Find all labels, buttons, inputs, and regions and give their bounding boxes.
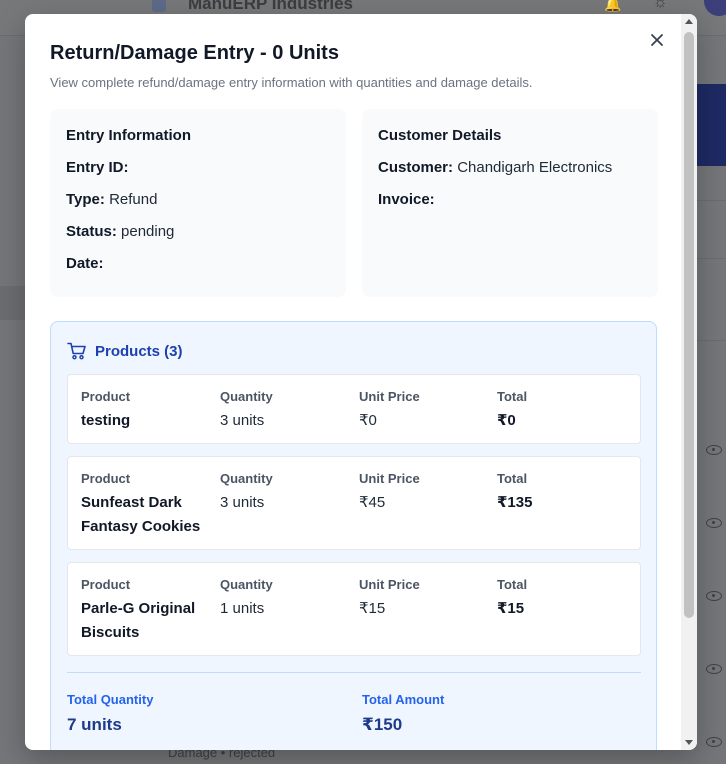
total-column-label: Total [497,471,528,486]
scroll-down-arrow-icon[interactable] [685,740,693,745]
scrollbar[interactable] [681,14,697,750]
total-column-label: Total [497,389,528,404]
product-name: Sunfeast Dark Fantasy Cookies [81,494,201,535]
total-quantity-value: 7 units [67,715,122,734]
theme-toggle-icon: ☼ [653,0,668,11]
product-row: Product Sunfeast Dark Fantasy Cookies Qu… [67,456,641,550]
view-eye-icon [706,664,722,674]
scrollbar-thumb[interactable] [684,32,694,618]
entry-id-label: Entry ID: [66,159,129,176]
quantity-cell: Quantity 1 units [220,577,350,621]
totals-divider [67,672,641,673]
products-panel: Products (3) Product testing Quantity 3 … [50,321,657,750]
product-name: Parle-G Original Biscuits [81,600,196,641]
product-total: ₹0 [497,412,516,429]
unit-price-column-label: Unit Price [359,577,420,592]
type-value: Refund [109,191,158,208]
quantity-column-label: Quantity [220,389,273,404]
type-field: Type: Refund [66,191,330,223]
table-divider [697,200,726,201]
product-total: ₹15 [497,600,525,617]
app-logo-icon [152,0,166,12]
table-divider [697,340,726,341]
total-quantity-label: Total Quantity [67,692,154,707]
unit-price-cell: Unit Price ₹0 [359,389,489,433]
view-eye-icon [706,518,722,528]
status-label: Status: [66,223,117,240]
background-banner [697,84,726,166]
view-eye-icon [706,591,722,601]
quantity-cell: Quantity 3 units [220,389,350,433]
close-button[interactable] [645,28,669,52]
entry-information-heading: Entry Information [66,127,192,144]
view-eye-icon [706,737,722,747]
entry-id-field: Entry ID: [66,159,330,191]
quantity-column-label: Quantity [220,577,273,592]
total-column-label: Total [497,577,528,592]
products-header: Products (3) [67,342,183,360]
total-quantity: Total Quantity 7 units [67,692,153,735]
product-cell: Product Parle-G Original Biscuits [81,577,211,645]
customer-details-card: Customer Details Customer: Chandigarh El… [362,109,658,297]
shopping-cart-icon [67,342,86,360]
table-divider [697,258,726,259]
total-amount-label: Total Amount [362,692,445,707]
close-icon [651,34,663,46]
view-eye-icon [706,445,722,455]
product-quantity: 3 units [220,412,265,429]
unit-price-column-label: Unit Price [359,471,420,486]
date-field: Date: [66,255,330,287]
product-quantity: 3 units [220,494,265,511]
total-cell: Total ₹135 [497,471,627,515]
customer-details-heading: Customer Details [378,127,502,144]
product-unit-price: ₹0 [359,412,377,429]
total-amount-value: ₹150 [362,715,403,734]
product-unit-price: ₹15 [359,600,386,617]
total-cell: Total ₹15 [497,577,627,621]
customer-label: Customer: [378,159,454,176]
quantity-cell: Quantity 3 units [220,471,350,515]
quantity-column-label: Quantity [220,471,273,486]
scroll-up-arrow-icon[interactable] [685,19,693,24]
unit-price-cell: Unit Price ₹45 [359,471,489,515]
product-row: Product testing Quantity 3 units Unit Pr… [67,374,641,444]
invoice-label: Invoice: [378,191,435,208]
product-column-label: Product [81,471,131,486]
type-label: Type: [66,191,105,208]
product-cell: Product testing [81,389,211,433]
product-quantity: 1 units [220,600,265,617]
sidebar-active-item [0,286,25,320]
dialog-title: Return/Damage Entry - 0 Units [50,42,339,64]
dialog-description: View complete refund/damage entry inform… [50,75,533,90]
product-unit-price: ₹45 [359,494,386,511]
status-field: Status: pending [66,223,330,255]
product-cell: Product Sunfeast Dark Fantasy Cookies [81,471,211,539]
app-title: ManuERP Industries [188,0,353,13]
entry-information-card: Entry Information Entry ID: Type: Refund… [50,109,346,297]
return-damage-dialog: Return/Damage Entry - 0 Units View compl… [25,14,697,750]
product-name: testing [81,412,131,429]
status-value: pending [121,223,175,240]
notification-bell-icon: 🔔 [604,0,622,12]
product-row: Product Parle-G Original Biscuits Quanti… [67,562,641,656]
product-column-label: Product [81,577,131,592]
total-amount: Total Amount ₹150 [362,692,444,735]
total-cell: Total ₹0 [497,389,627,433]
product-column-label: Product [81,389,131,404]
product-total: ₹135 [497,494,533,511]
customer-field: Customer: Chandigarh Electronics [378,159,642,191]
avatar [704,0,726,16]
unit-price-cell: Unit Price ₹15 [359,577,489,621]
date-label: Date: [66,255,104,272]
invoice-field: Invoice: [378,191,642,223]
products-heading: Products (3) [95,342,183,360]
customer-value: Chandigarh Electronics [457,159,613,176]
unit-price-column-label: Unit Price [359,389,420,404]
